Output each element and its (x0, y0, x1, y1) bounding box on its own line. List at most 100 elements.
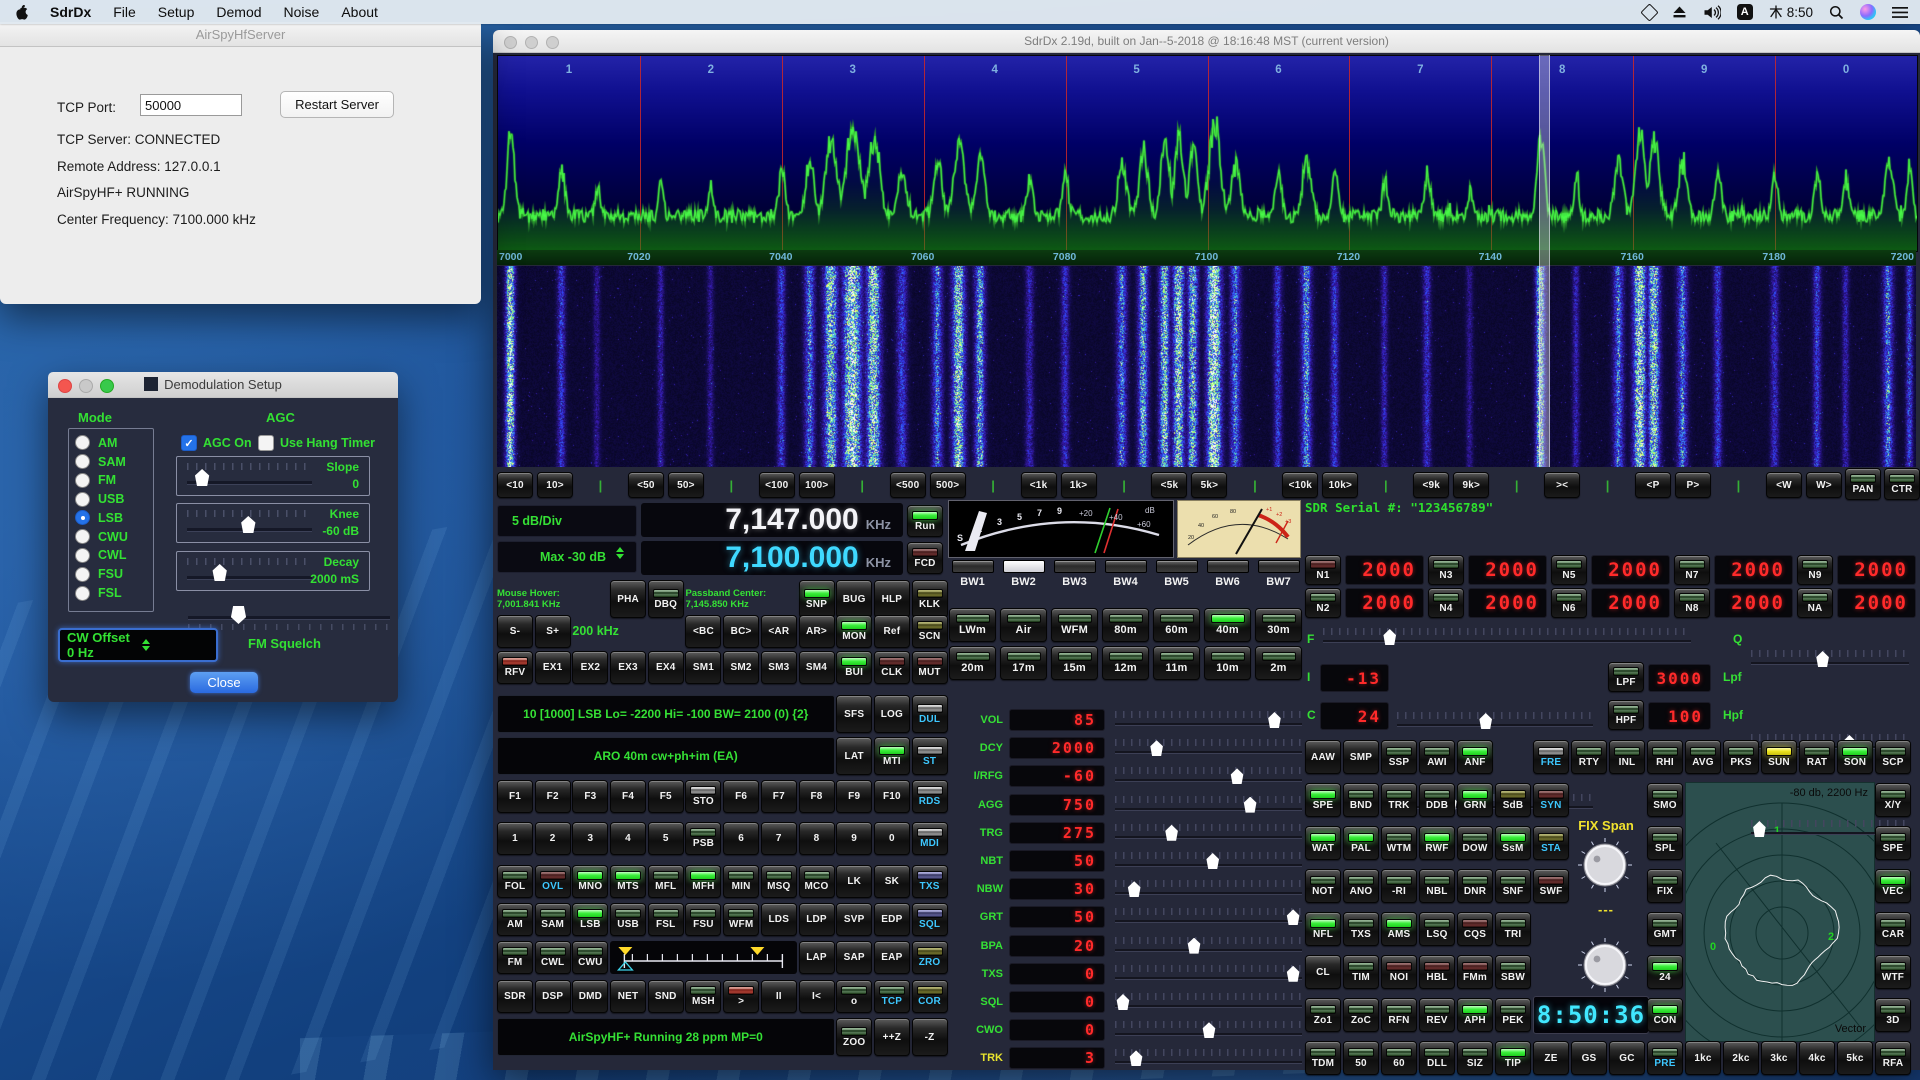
btn-11m[interactable]: 11m (1153, 646, 1200, 680)
btn-pha[interactable]: PHA (610, 580, 646, 618)
btn-txs[interactable]: TXS (1343, 912, 1379, 946)
btn-fix[interactable]: FIX (1647, 869, 1683, 903)
btn-10k[interactable]: 10k> (1322, 472, 1358, 498)
menu-file[interactable]: File (102, 4, 147, 20)
btn-ar[interactable]: AR> (799, 615, 835, 648)
btn-mti[interactable]: MTI (874, 737, 910, 775)
btn-dow[interactable]: DOW (1457, 826, 1493, 860)
btn-10[interactable]: <10 (497, 472, 533, 498)
btn-7[interactable]: 7 (761, 822, 797, 855)
btn-50[interactable]: 50 (1343, 1041, 1379, 1075)
slider-trg[interactable] (1115, 822, 1302, 844)
waterfall-canvas[interactable] (497, 266, 1916, 467)
bw-button-bw1[interactable]: BW1 (949, 560, 996, 602)
btn-5k[interactable]: 5k> (1191, 472, 1227, 498)
btn-20m[interactable]: 20m (949, 646, 996, 680)
agc-on-checkbox[interactable]: ✓ AGC On (181, 435, 252, 451)
btn-sfs[interactable]: SFS (836, 695, 872, 733)
btn-bui[interactable]: BUI (836, 651, 872, 684)
agc-slider-knee[interactable]: Knee-60 dB (176, 503, 370, 543)
btn-f4[interactable]: F4 (610, 780, 646, 813)
btn-pan[interactable]: PAN (1845, 468, 1881, 500)
btn-lds[interactable]: LDS (761, 903, 797, 936)
btn-wfm[interactable]: WFM (723, 903, 759, 936)
btn-spe[interactable]: SPE (1305, 783, 1341, 817)
slider-bpa[interactable] (1115, 935, 1302, 957)
slider-trk[interactable] (1115, 1047, 1302, 1069)
btn-sm4[interactable]: SM4 (799, 651, 835, 684)
slider-q[interactable] (1751, 648, 1909, 670)
btn-usb[interactable]: USB (610, 903, 646, 936)
btn-ssp[interactable]: SSP (1381, 740, 1417, 774)
bw-button-bw4[interactable]: BW4 (1102, 560, 1149, 602)
btn-wtf[interactable]: WTF (1875, 955, 1911, 989)
btn-hlp[interactable]: HLP (874, 580, 910, 618)
btn-f9[interactable]: F9 (836, 780, 872, 813)
btn-w[interactable]: <W (1766, 472, 1802, 498)
btn-4[interactable]: 4 (610, 822, 646, 855)
btn-30m[interactable]: 30m (1255, 608, 1302, 642)
inactive-traffic-lights[interactable] (504, 36, 559, 49)
apple-menu-icon[interactable] (14, 4, 29, 21)
btn-ovl[interactable]: OVL (535, 865, 571, 898)
btn-f8[interactable]: F8 (799, 780, 835, 813)
btn-mdi[interactable]: MDI (912, 822, 948, 855)
bw-button-bw2[interactable]: BW2 (1000, 560, 1047, 602)
main-title-bar[interactable]: SdrDx 2.19d, built on Jan--5-2018 @ 18:1… (493, 30, 1920, 53)
btn-n9[interactable]: N9 (1797, 555, 1833, 585)
slider-txs[interactable] (1115, 963, 1302, 985)
spectrum-display[interactable]: 1234567890 (497, 55, 1918, 252)
btn-f10[interactable]: F10 (874, 780, 910, 813)
btn-sm1[interactable]: SM1 (685, 651, 721, 684)
btn-ex2[interactable]: EX2 (572, 651, 608, 684)
btn-3kc[interactable]: 3kc (1761, 1041, 1797, 1075)
btn-cor[interactable]: COR (912, 980, 948, 1013)
slider-i-rfg[interactable] (1115, 765, 1302, 787)
btn-edp[interactable]: EDP (874, 903, 910, 936)
btn-rwf[interactable]: RWF (1419, 826, 1455, 860)
btn-mco[interactable]: MCO (799, 865, 835, 898)
btn-5k[interactable]: <5k (1151, 472, 1187, 498)
btn-60m[interactable]: 60m (1153, 608, 1200, 642)
btn-lpf[interactable]: LPF (1608, 662, 1644, 692)
btn-sto[interactable]: STO (685, 780, 721, 813)
btn-vec[interactable]: VEC (1875, 869, 1911, 903)
agc-slider-slope[interactable]: Slope0 (176, 456, 370, 496)
btn-f7[interactable]: F7 (761, 780, 797, 813)
btn-cwl[interactable]: CWL (535, 941, 571, 974)
btn-aph[interactable]: APH (1457, 998, 1493, 1032)
btn-fsl[interactable]: FSL (648, 903, 684, 936)
mode-radio-fm[interactable]: FM (75, 474, 128, 488)
btn-noi[interactable]: NOI (1381, 955, 1417, 989)
btn-lsq[interactable]: LSQ (1419, 912, 1455, 946)
btn-zoo[interactable]: ZOO (836, 1018, 872, 1056)
btn-100[interactable]: 100> (799, 472, 835, 498)
btn-net[interactable]: NET (610, 980, 646, 1013)
btn-trk[interactable]: TRK (1381, 783, 1417, 817)
mode-radio-cwu[interactable]: CWU (75, 530, 128, 544)
btn-lk[interactable]: LK (836, 865, 872, 898)
search-icon[interactable] (1829, 5, 1844, 20)
tuning-cursor[interactable] (1539, 55, 1550, 467)
btn-lwm[interactable]: LWm (949, 608, 996, 642)
btn-0[interactable]: 0 (874, 822, 910, 855)
btn-min[interactable]: MIN (723, 865, 759, 898)
btn-ri[interactable]: -RI (1381, 869, 1417, 903)
btn-s[interactable]: S+ (535, 615, 571, 648)
bw-button-bw5[interactable]: BW5 (1153, 560, 1200, 602)
btn-hpf[interactable]: HPF (1608, 700, 1644, 730)
btn-ar[interactable]: <AR (761, 615, 797, 648)
cw-offset-stepper[interactable] (135, 639, 216, 651)
btn-9k[interactable]: <9k (1413, 472, 1449, 498)
btn-not[interactable]: NOT (1305, 869, 1341, 903)
btn-40m[interactable]: 40m (1204, 608, 1251, 642)
btn-fol[interactable]: FOL (497, 865, 533, 898)
btn-fmm[interactable]: FMm (1457, 955, 1493, 989)
btn-klk[interactable]: KLK (912, 580, 948, 618)
cw-offset-field[interactable]: CW Offset 0 Hz (58, 628, 218, 662)
btn-sbw[interactable]: SBW (1495, 955, 1531, 989)
btn-tcp[interactable]: TCP (874, 980, 910, 1013)
btn-x[interactable]: >< (1544, 472, 1580, 498)
btn-snd[interactable]: SND (648, 980, 684, 1013)
spectrum-canvas[interactable] (498, 56, 1917, 251)
